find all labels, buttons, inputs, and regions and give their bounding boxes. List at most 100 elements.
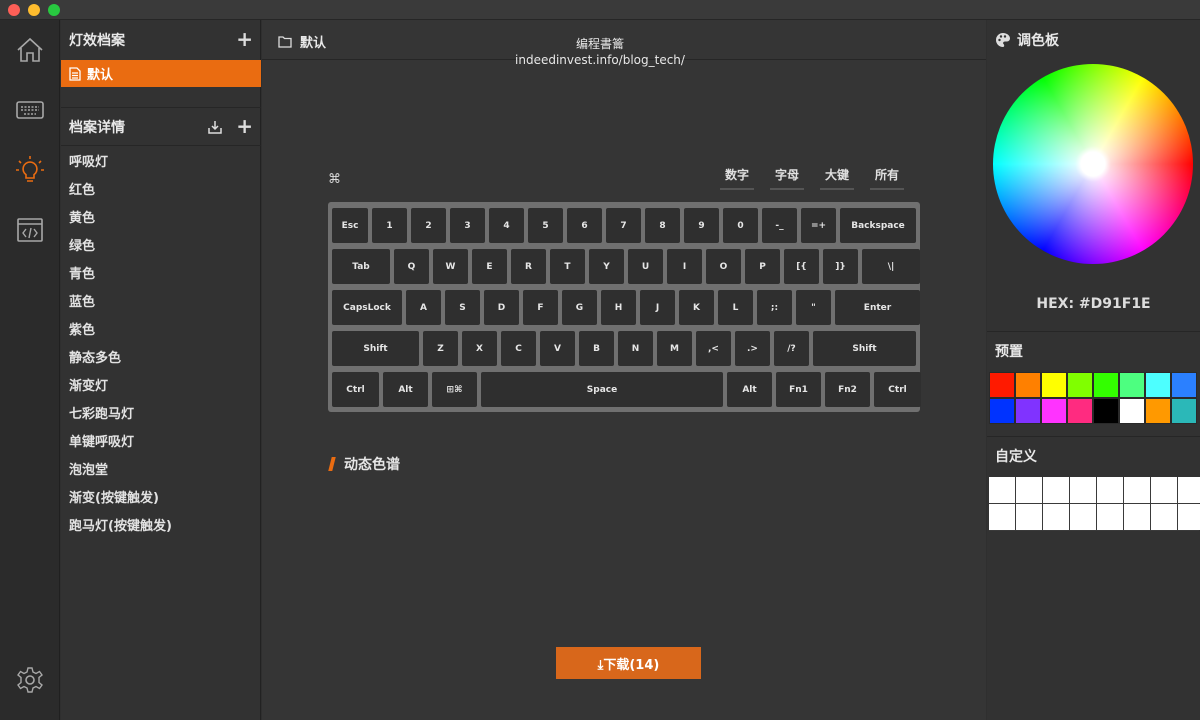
key-1-12[interactable]: ]} (823, 249, 858, 284)
download-button[interactable]: ⤓下载(14) (556, 647, 701, 679)
preset-swatch[interactable] (1015, 398, 1041, 424)
key-1-0[interactable]: Tab (332, 249, 390, 284)
export-icon[interactable] (207, 119, 223, 139)
key-1-1[interactable]: Q (394, 249, 429, 284)
preset-swatch[interactable] (1171, 398, 1197, 424)
custom-swatch[interactable] (1043, 477, 1069, 503)
key-0-1[interactable]: 1 (372, 208, 407, 243)
key-2-2[interactable]: S (445, 290, 480, 325)
key-1-2[interactable]: W (433, 249, 468, 284)
tab-numbers[interactable]: 数字 (720, 166, 754, 190)
custom-swatch[interactable] (1043, 504, 1069, 530)
code-window-icon[interactable] (14, 214, 46, 246)
key-0-3[interactable]: 3 (450, 208, 485, 243)
minimize-window-button[interactable] (28, 4, 40, 16)
preset-swatch[interactable] (1119, 372, 1145, 398)
key-3-10[interactable]: /? (774, 331, 809, 366)
key-3-0[interactable]: Shift (332, 331, 419, 366)
preset-swatch[interactable] (1171, 372, 1197, 398)
effect-item[interactable]: 静态多色 (61, 342, 261, 370)
preset-swatch[interactable] (1145, 398, 1171, 424)
key-2-3[interactable]: D (484, 290, 519, 325)
preset-swatch[interactable] (1093, 372, 1119, 398)
key-1-5[interactable]: T (550, 249, 585, 284)
custom-swatch[interactable] (989, 477, 1015, 503)
effect-item[interactable]: 红色 (61, 174, 261, 202)
preset-swatch[interactable] (989, 398, 1015, 424)
custom-swatch[interactable] (1097, 504, 1123, 530)
profile-item-default[interactable]: 默认 (61, 60, 261, 87)
tab-all[interactable]: 所有 (870, 166, 904, 190)
effect-item[interactable]: 青色 (61, 258, 261, 286)
key-4-4[interactable]: Alt (727, 372, 772, 407)
key-2-7[interactable]: J (640, 290, 675, 325)
key-1-8[interactable]: I (667, 249, 702, 284)
key-3-7[interactable]: M (657, 331, 692, 366)
key-2-10[interactable]: ;: (757, 290, 792, 325)
custom-swatch[interactable] (1016, 504, 1042, 530)
effect-item[interactable]: 呼吸灯 (61, 146, 261, 174)
lightbulb-icon[interactable] (14, 154, 46, 186)
effect-item[interactable]: 泡泡堂 (61, 454, 261, 482)
key-4-0[interactable]: Ctrl (332, 372, 379, 407)
key-3-5[interactable]: B (579, 331, 614, 366)
effect-item[interactable]: 紫色 (61, 314, 261, 342)
custom-swatch[interactable] (1178, 477, 1200, 503)
preset-swatch[interactable] (1041, 398, 1067, 424)
key-0-2[interactable]: 2 (411, 208, 446, 243)
key-3-2[interactable]: X (462, 331, 497, 366)
key-4-6[interactable]: Fn2 (825, 372, 870, 407)
preset-swatch[interactable] (989, 372, 1015, 398)
key-0-7[interactable]: 7 (606, 208, 641, 243)
key-2-4[interactable]: F (523, 290, 558, 325)
key-3-3[interactable]: C (501, 331, 536, 366)
key-4-2[interactable]: ⊞⌘ (432, 372, 477, 407)
custom-swatch[interactable] (1124, 477, 1150, 503)
key-2-11[interactable]: " (796, 290, 831, 325)
key-3-8[interactable]: ,< (696, 331, 731, 366)
key-0-12[interactable]: =+ (801, 208, 836, 243)
home-icon[interactable] (14, 34, 46, 66)
custom-swatch[interactable] (1070, 504, 1096, 530)
custom-swatch[interactable] (1178, 504, 1200, 530)
custom-swatch[interactable] (1151, 477, 1177, 503)
key-3-4[interactable]: V (540, 331, 575, 366)
key-1-13[interactable]: \| (862, 249, 920, 284)
preset-swatch[interactable] (1067, 398, 1093, 424)
key-2-0[interactable]: CapsLock (332, 290, 402, 325)
gear-icon[interactable] (14, 664, 46, 696)
color-wheel[interactable] (993, 64, 1193, 264)
preset-swatch[interactable] (1093, 398, 1119, 424)
custom-swatch[interactable] (1124, 504, 1150, 530)
key-0-6[interactable]: 6 (567, 208, 602, 243)
maximize-window-button[interactable] (48, 4, 60, 16)
preset-swatch[interactable] (1119, 398, 1145, 424)
key-1-9[interactable]: O (706, 249, 741, 284)
key-0-4[interactable]: 4 (489, 208, 524, 243)
key-3-9[interactable]: .> (735, 331, 770, 366)
key-1-3[interactable]: E (472, 249, 507, 284)
key-4-7[interactable]: Ctrl (874, 372, 921, 407)
effect-item[interactable]: 黄色 (61, 202, 261, 230)
keyboard-icon[interactable] (14, 94, 46, 126)
custom-swatch[interactable] (1151, 504, 1177, 530)
key-0-11[interactable]: -_ (762, 208, 797, 243)
preset-swatch[interactable] (1015, 372, 1041, 398)
key-1-11[interactable]: [{ (784, 249, 819, 284)
effect-item[interactable]: 蓝色 (61, 286, 261, 314)
key-1-7[interactable]: U (628, 249, 663, 284)
key-2-5[interactable]: G (562, 290, 597, 325)
key-2-8[interactable]: K (679, 290, 714, 325)
preset-swatch[interactable] (1145, 372, 1171, 398)
effect-item[interactable]: 渐变灯 (61, 370, 261, 398)
key-2-9[interactable]: L (718, 290, 753, 325)
key-4-5[interactable]: Fn1 (776, 372, 821, 407)
effect-item[interactable]: 跑马灯(按键触发) (61, 510, 261, 538)
key-0-10[interactable]: 0 (723, 208, 758, 243)
add-profile-button[interactable]: + (236, 29, 253, 49)
custom-swatch[interactable] (989, 504, 1015, 530)
close-window-button[interactable] (8, 4, 20, 16)
custom-swatch[interactable] (1016, 477, 1042, 503)
key-2-1[interactable]: A (406, 290, 441, 325)
effect-item[interactable]: 单键呼吸灯 (61, 426, 261, 454)
